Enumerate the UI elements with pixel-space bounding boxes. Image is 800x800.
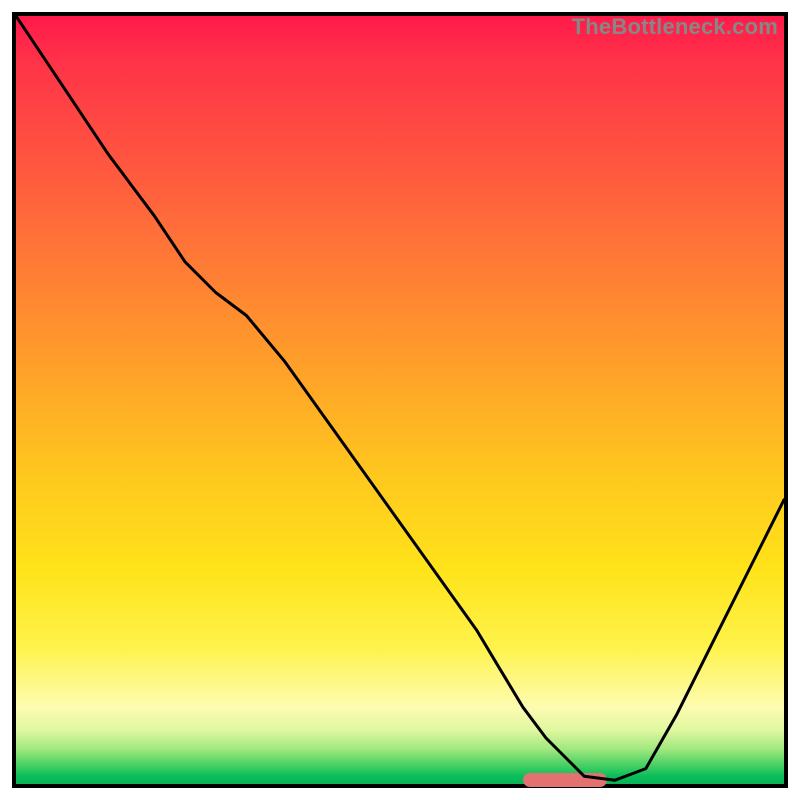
plot-area — [16, 16, 784, 784]
bottleneck-curve-svg — [16, 16, 784, 784]
chart-frame: TheBottleneck.com — [12, 12, 788, 788]
attribution-text: TheBottleneck.com — [572, 14, 778, 40]
bottleneck-curve-path — [16, 16, 784, 780]
